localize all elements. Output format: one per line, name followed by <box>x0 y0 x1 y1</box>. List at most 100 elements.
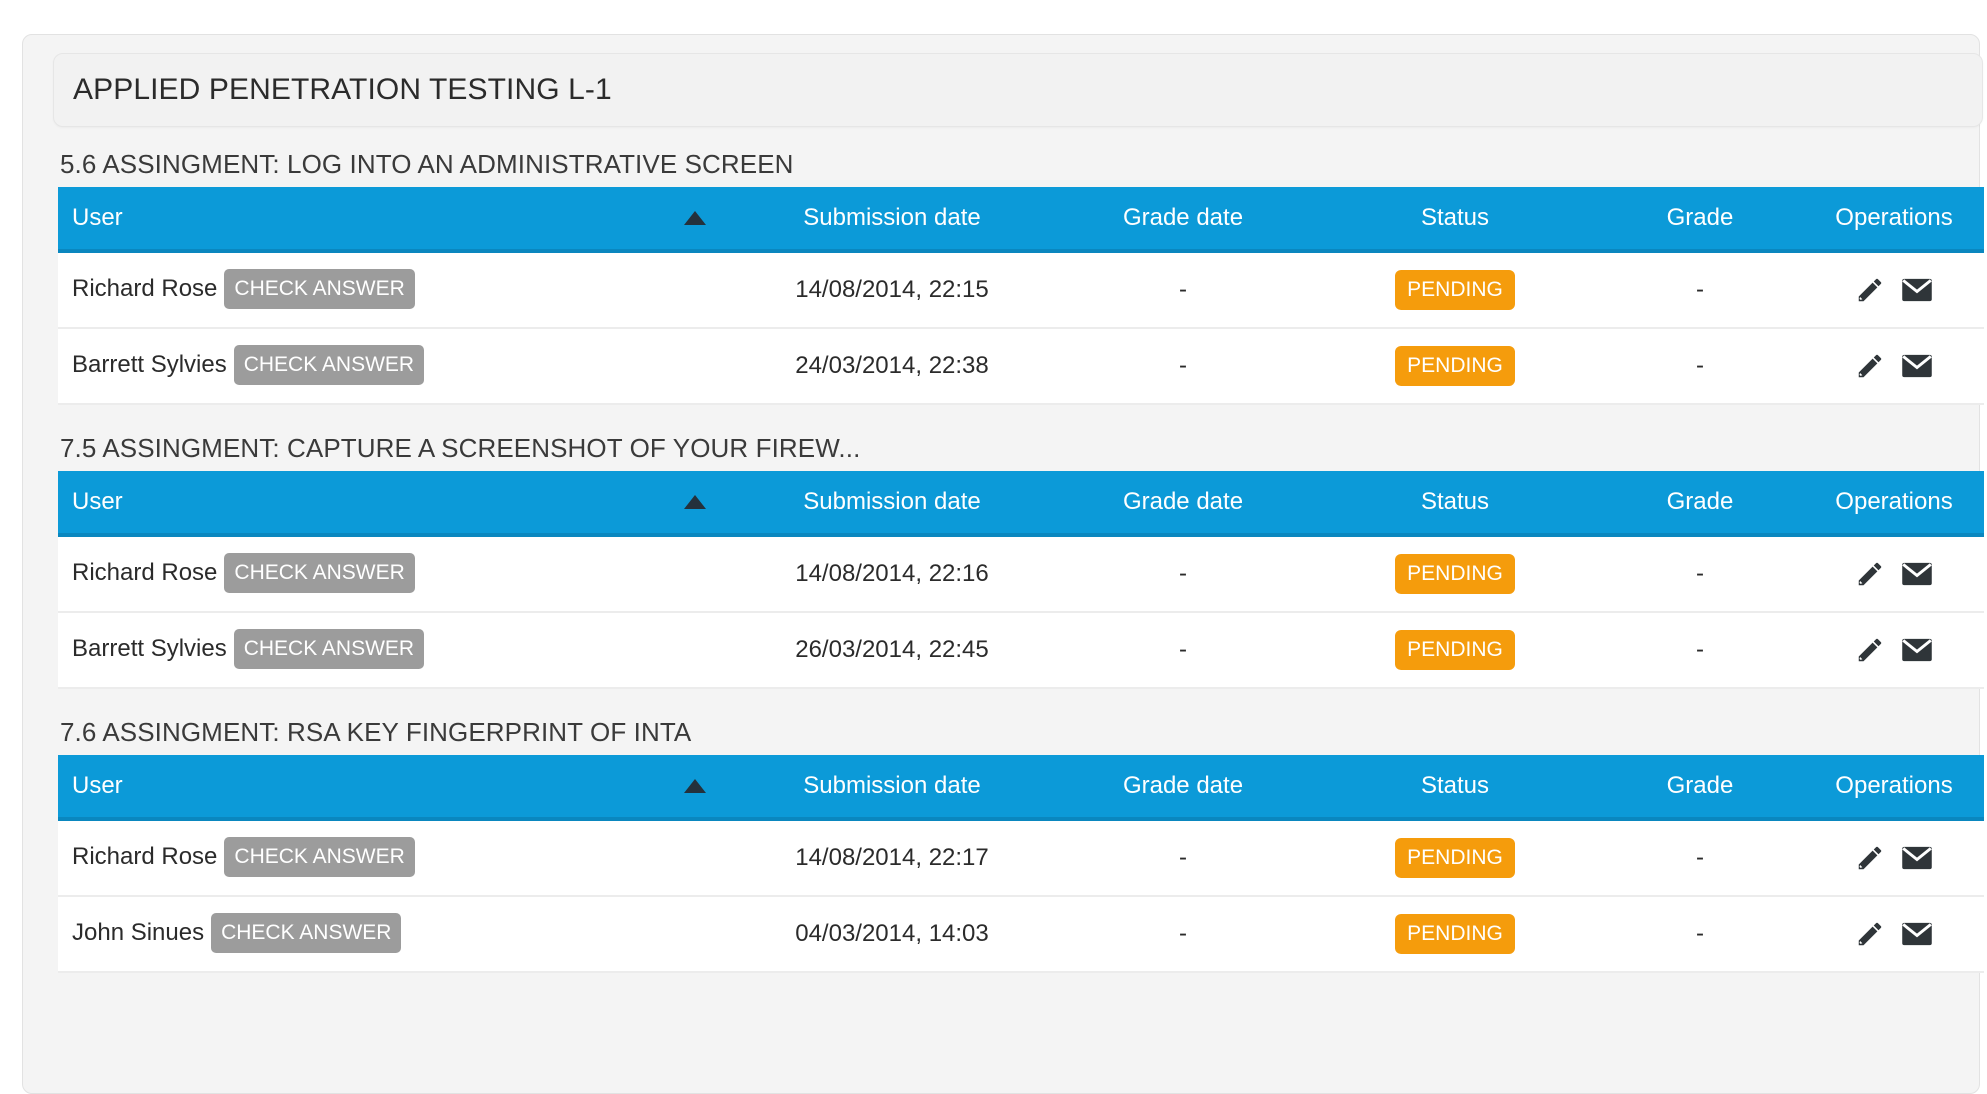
pencil-icon[interactable] <box>1855 275 1885 305</box>
cell-status: PENDING <box>1314 896 1596 972</box>
cell-grade: - <box>1596 896 1804 972</box>
cell-status: PENDING <box>1314 535 1596 612</box>
table-header-row: User Submission date Grade date Status G… <box>58 471 1984 535</box>
submissions-table: User Submission date Grade date Status G… <box>58 187 1984 405</box>
submission-date-value: 14/08/2014, 22:17 <box>795 844 989 871</box>
column-header-grade-date[interactable]: Grade date <box>1052 471 1314 535</box>
pencil-icon[interactable] <box>1855 843 1885 873</box>
pencil-icon[interactable] <box>1855 351 1885 381</box>
column-header-user[interactable]: User <box>58 471 732 535</box>
check-answer-button[interactable]: CHECK ANSWER <box>234 345 424 385</box>
column-header-operations-label: Operations <box>1835 204 1952 231</box>
check-answer-button[interactable]: CHECK ANSWER <box>224 269 414 309</box>
column-header-status[interactable]: Status <box>1314 471 1596 535</box>
section-spacer <box>23 689 1981 709</box>
column-header-grade-date-label: Grade date <box>1123 772 1243 799</box>
check-answer-button[interactable]: CHECK ANSWER <box>211 913 401 953</box>
grade-value: - <box>1696 844 1704 871</box>
column-header-grade[interactable]: Grade <box>1596 755 1804 819</box>
cell-grade-date: - <box>1052 819 1314 896</box>
section-spacer <box>23 405 1981 425</box>
triangle-up-icon[interactable] <box>684 211 706 225</box>
cell-user: Barrett SylviesCHECK ANSWER <box>58 328 732 404</box>
grade-date-value: - <box>1179 352 1187 379</box>
check-answer-button[interactable]: CHECK ANSWER <box>224 553 414 593</box>
status-badge: PENDING <box>1395 554 1515 594</box>
cell-submission-date: 04/03/2014, 14:03 <box>732 896 1052 972</box>
column-header-submission-date-label: Submission date <box>803 488 980 515</box>
envelope-icon[interactable] <box>1901 635 1933 665</box>
pencil-icon[interactable] <box>1855 559 1885 589</box>
column-header-status-label: Status <box>1421 772 1489 799</box>
column-header-status[interactable]: Status <box>1314 187 1596 251</box>
check-answer-button[interactable]: CHECK ANSWER <box>234 629 424 669</box>
cell-submission-date: 14/08/2014, 22:17 <box>732 819 1052 896</box>
column-header-submission-date-label: Submission date <box>803 204 980 231</box>
submission-date-value: 14/08/2014, 22:15 <box>795 276 989 303</box>
grade-value: - <box>1696 920 1704 947</box>
column-header-user[interactable]: User <box>58 755 732 819</box>
grade-value: - <box>1696 636 1704 663</box>
cell-user: Richard RoseCHECK ANSWER <box>58 819 732 896</box>
status-badge: PENDING <box>1395 270 1515 310</box>
table-header-row: User Submission date Grade date Status G… <box>58 755 1984 819</box>
user-name: Barrett Sylvies <box>72 635 227 662</box>
column-header-grade-date[interactable]: Grade date <box>1052 755 1314 819</box>
cell-status: PENDING <box>1314 612 1596 688</box>
triangle-up-icon[interactable] <box>684 495 706 509</box>
column-header-submission-date[interactable]: Submission date <box>732 471 1052 535</box>
table-row: Richard RoseCHECK ANSWER 14/08/2014, 22:… <box>58 819 1984 896</box>
table-header-row: User Submission date Grade date Status G… <box>58 187 1984 251</box>
column-header-grade-label: Grade <box>1667 488 1734 515</box>
pencil-icon[interactable] <box>1855 635 1885 665</box>
grade-value: - <box>1696 276 1704 303</box>
column-header-operations-label: Operations <box>1835 772 1952 799</box>
envelope-icon[interactable] <box>1901 919 1933 949</box>
section-spacer <box>23 973 1981 993</box>
column-header-operations-label: Operations <box>1835 488 1952 515</box>
cell-submission-date: 14/08/2014, 22:16 <box>732 535 1052 612</box>
cell-user: Richard RoseCHECK ANSWER <box>58 251 732 328</box>
table-row: Barrett SylviesCHECK ANSWER 24/03/2014, … <box>58 328 1984 404</box>
column-header-grade-date[interactable]: Grade date <box>1052 187 1314 251</box>
column-header-submission-date-label: Submission date <box>803 772 980 799</box>
submission-date-value: 24/03/2014, 22:38 <box>795 352 989 379</box>
submission-date-value: 04/03/2014, 14:03 <box>795 920 989 947</box>
column-header-status[interactable]: Status <box>1314 755 1596 819</box>
envelope-icon[interactable] <box>1901 843 1933 873</box>
column-header-grade[interactable]: Grade <box>1596 187 1804 251</box>
cell-grade: - <box>1596 535 1804 612</box>
cell-operations <box>1804 819 1984 896</box>
column-header-grade-date-label: Grade date <box>1123 488 1243 515</box>
cell-grade: - <box>1596 819 1804 896</box>
column-header-operations: Operations <box>1804 471 1984 535</box>
grade-value: - <box>1696 352 1704 379</box>
cell-grade-date: - <box>1052 535 1314 612</box>
column-header-grade[interactable]: Grade <box>1596 471 1804 535</box>
cell-status: PENDING <box>1314 251 1596 328</box>
status-badge: PENDING <box>1395 914 1515 954</box>
column-header-submission-date[interactable]: Submission date <box>732 755 1052 819</box>
grade-date-value: - <box>1179 276 1187 303</box>
cell-grade-date: - <box>1052 251 1314 328</box>
table-body: Richard RoseCHECK ANSWER 14/08/2014, 22:… <box>58 251 1984 404</box>
table-body: Richard RoseCHECK ANSWER 14/08/2014, 22:… <box>58 535 1984 688</box>
grade-value: - <box>1696 560 1704 587</box>
column-header-operations: Operations <box>1804 755 1984 819</box>
column-header-user[interactable]: User <box>58 187 732 251</box>
assignment-section-2: 7.6 ASSINGMENT: RSA KEY FINGERPRINT OF I… <box>23 709 1981 993</box>
course-header-card: APPLIED PENETRATION TESTING L-1 <box>53 53 1983 127</box>
status-badge: PENDING <box>1395 346 1515 386</box>
column-header-submission-date[interactable]: Submission date <box>732 187 1052 251</box>
assignment-section-0: 5.6 ASSINGMENT: LOG INTO AN ADMINISTRATI… <box>23 141 1981 425</box>
check-answer-button[interactable]: CHECK ANSWER <box>224 837 414 877</box>
cell-grade: - <box>1596 251 1804 328</box>
envelope-icon[interactable] <box>1901 351 1933 381</box>
column-header-grade-date-label: Grade date <box>1123 204 1243 231</box>
user-name: John Sinues <box>72 919 204 946</box>
envelope-icon[interactable] <box>1901 559 1933 589</box>
pencil-icon[interactable] <box>1855 919 1885 949</box>
triangle-up-icon[interactable] <box>684 779 706 793</box>
envelope-icon[interactable] <box>1901 275 1933 305</box>
table-row: Richard RoseCHECK ANSWER 14/08/2014, 22:… <box>58 251 1984 328</box>
